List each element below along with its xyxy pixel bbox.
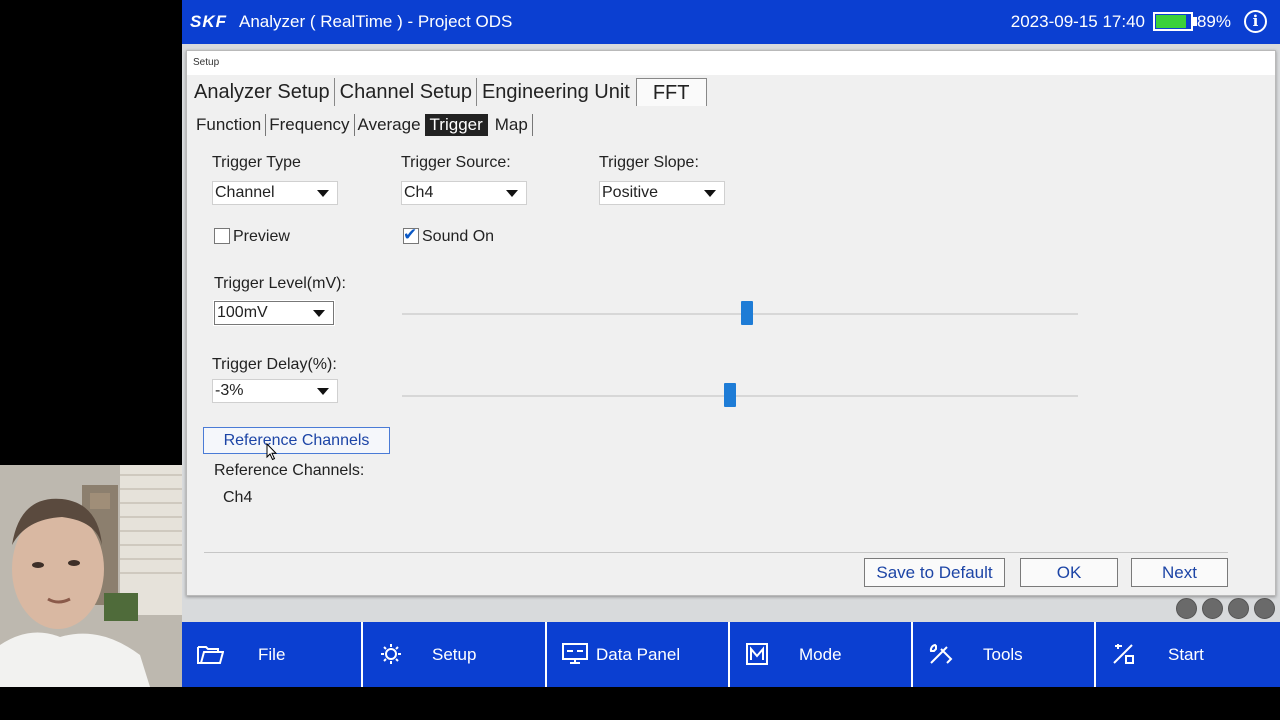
skf-logo: SKF — [190, 12, 227, 31]
folder-icon — [197, 646, 224, 664]
screen: SKF Analyzer ( RealTime ) - Project ODS … — [0, 0, 1280, 720]
nav-tools-label: Tools — [983, 645, 1023, 664]
trigger-type-label: Trigger Type — [212, 154, 301, 171]
reference-channels-value: Ch4 — [223, 489, 253, 506]
dialog-divider — [204, 552, 1228, 553]
chevron-down-icon — [317, 190, 329, 197]
page-dot[interactable] — [1254, 598, 1275, 619]
tab-function[interactable]: Function — [193, 114, 267, 136]
trigger-source-select[interactable]: Ch4 — [401, 181, 527, 205]
tab-trigger[interactable]: Trigger — [424, 114, 488, 136]
info-icon[interactable]: i — [1244, 10, 1267, 33]
next-button[interactable]: Next — [1131, 558, 1228, 587]
trigger-level-slider-track[interactable] — [402, 313, 1078, 315]
mode-icon — [746, 643, 768, 665]
webcam-overlay — [0, 465, 182, 687]
tab-average[interactable]: Average — [355, 114, 425, 136]
battery-percent: 89% — [1196, 12, 1231, 31]
nav-start-button[interactable]: Start — [1096, 622, 1280, 687]
setup-dialog: Setup Analyzer Setup Channel Setup Engin… — [186, 50, 1276, 596]
app-title: Analyzer ( RealTime ) - Project ODS — [239, 12, 513, 31]
tab-analyzer-setup[interactable]: Analyzer Setup — [193, 78, 335, 106]
tab-fft[interactable]: FFT — [635, 78, 707, 106]
nav-data-panel-button[interactable]: Data Panel — [547, 622, 728, 687]
checkmark-icon: ✔ — [403, 225, 418, 244]
nav-data-panel-label: Data Panel — [596, 645, 681, 664]
tab-engineering-unit[interactable]: Engineering Unit — [477, 78, 634, 106]
nav-start-label: Start — [1168, 645, 1204, 664]
trigger-delay-slider-track[interactable] — [402, 395, 1078, 397]
nav-tools-button[interactable]: Tools — [913, 622, 1094, 687]
title-bar: SKF Analyzer ( RealTime ) - Project ODS … — [182, 0, 1280, 44]
trigger-level-select[interactable]: 100mV — [213, 300, 335, 326]
trigger-level-slider-thumb[interactable] — [741, 301, 753, 325]
trigger-delay-value: -3% — [215, 382, 244, 399]
ok-button[interactable]: OK — [1020, 558, 1118, 587]
data-panel-icon — [562, 643, 588, 664]
trigger-delay-slider-thumb[interactable] — [724, 383, 736, 407]
nav-file-button[interactable]: File — [182, 622, 361, 687]
page-dot[interactable] — [1176, 598, 1197, 619]
trigger-type-select[interactable]: Channel — [212, 181, 338, 205]
datetime: 2023-09-15 17:40 — [1010, 12, 1145, 31]
nav-file-label: File — [258, 645, 286, 664]
presenter-video-image — [0, 465, 182, 687]
dialog-caption: Setup — [193, 57, 220, 68]
battery-icon — [1153, 12, 1193, 31]
preview-label: Preview — [233, 228, 290, 245]
trigger-level-value: 100mV — [217, 304, 268, 321]
trigger-delay-select[interactable]: -3% — [212, 379, 338, 403]
sub-tabs: Function Frequency Average Trigger Map — [193, 113, 533, 137]
trigger-level-label: Trigger Level(mV): — [214, 275, 346, 292]
nav-setup-button[interactable]: Setup — [363, 622, 545, 687]
trigger-delay-label: Trigger Delay(%): — [212, 356, 337, 373]
tab-frequency[interactable]: Frequency — [266, 114, 355, 136]
nav-mode-button[interactable]: Mode — [730, 622, 911, 687]
save-to-default-button[interactable]: Save to Default — [864, 558, 1005, 587]
start-icon — [1113, 644, 1134, 664]
trigger-slope-value: Positive — [602, 184, 659, 201]
bottom-nav: File Setup Data Panel Mode Tools Start — [182, 622, 1280, 687]
dialog-header — [187, 51, 1275, 75]
trigger-type-value: Channel — [215, 184, 275, 201]
chevron-down-icon — [317, 388, 329, 395]
chevron-down-icon — [506, 190, 518, 197]
nav-setup-label: Setup — [432, 645, 477, 664]
tab-channel-setup[interactable]: Channel Setup — [335, 78, 477, 106]
page-dot[interactable] — [1228, 598, 1249, 619]
main-tabs: Analyzer Setup Channel Setup Engineering… — [193, 77, 707, 107]
nav-mode-label: Mode — [799, 645, 842, 664]
trigger-slope-select[interactable]: Positive — [599, 181, 725, 205]
tools-icon — [929, 643, 953, 664]
reference-channels-button[interactable]: Reference Channels — [203, 427, 390, 454]
chevron-down-icon — [313, 310, 325, 317]
sound-on-checkbox[interactable]: ✔ — [403, 225, 419, 244]
trigger-source-value: Ch4 — [404, 184, 434, 201]
sound-on-label: Sound On — [422, 228, 495, 245]
setup-gear-icon — [381, 644, 401, 664]
page-dot[interactable] — [1202, 598, 1223, 619]
reference-channels-label: Reference Channels: — [214, 462, 365, 479]
trigger-slope-label: Trigger Slope: — [599, 154, 699, 171]
mouse-pointer-icon — [266, 443, 278, 461]
battery-fill — [1156, 15, 1186, 28]
trigger-source-label: Trigger Source: — [401, 154, 511, 171]
chevron-down-icon — [704, 190, 716, 197]
tab-map[interactable]: Map — [492, 114, 533, 136]
preview-checkbox[interactable] — [214, 228, 230, 244]
